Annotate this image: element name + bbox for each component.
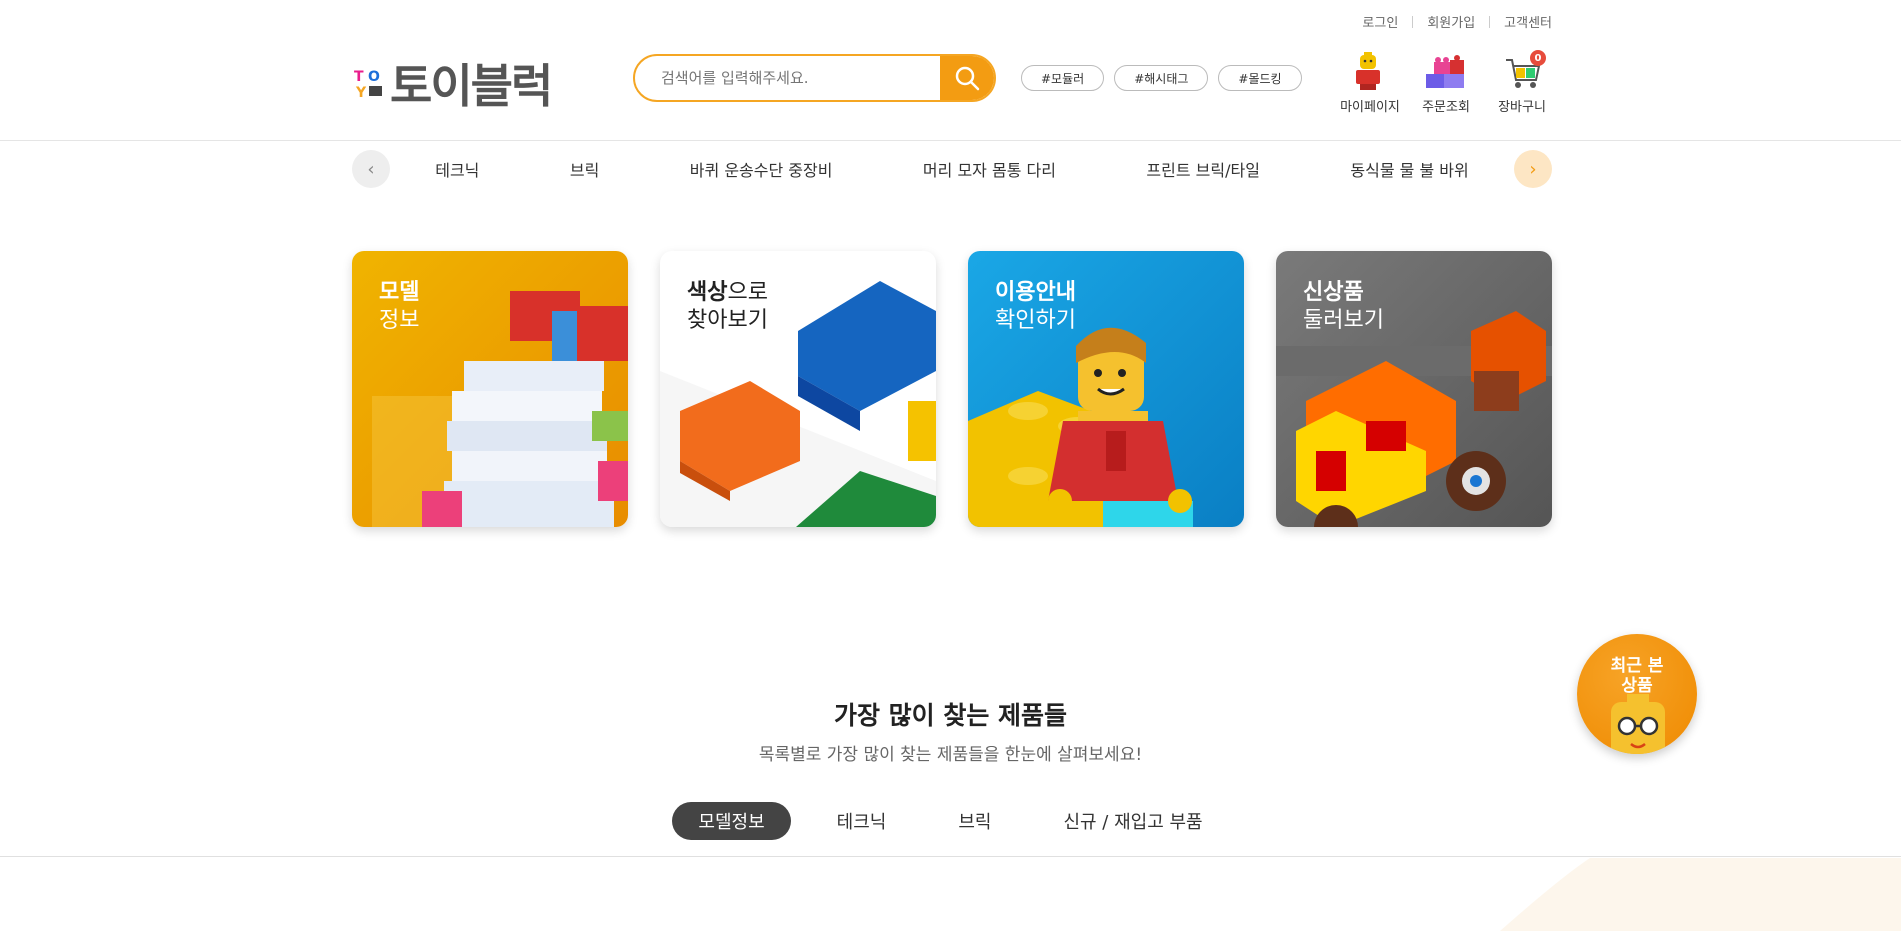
card-title-bold: 색상 <box>687 280 728 305</box>
svg-text:O: O <box>368 69 380 85</box>
chevron-left-icon: ‹ <box>367 158 375 180</box>
minifig-icon <box>1350 52 1390 90</box>
card-title-rest: 정보 <box>379 308 420 333</box>
category-prev-button[interactable]: ‹ <box>352 150 390 188</box>
cart-count-badge: 0 <box>1530 50 1546 66</box>
search-input[interactable] <box>635 56 940 100</box>
category-item[interactable]: 동식물 물 불 바위 <box>1350 157 1468 181</box>
divider <box>1412 15 1414 28</box>
search-button[interactable] <box>940 56 994 100</box>
bricks-icon <box>1426 52 1466 90</box>
chevron-right-icon: › <box>1529 158 1537 180</box>
cart-label: 장바구니 <box>1498 100 1546 115</box>
hashtag-list: #모듈러 #해시태그 #몰드킹 <box>1021 65 1302 91</box>
category-item[interactable]: 바퀴 운송수단 중장비 <box>690 157 833 181</box>
svg-text:T: T <box>354 69 364 85</box>
search-bar <box>633 54 996 102</box>
site-logo[interactable]: T O Y 토이블럭 <box>352 50 553 116</box>
customer-center-link[interactable]: 고객센터 <box>1504 12 1552 31</box>
search-icon <box>955 66 980 91</box>
card-title-bold: 신상품 <box>1303 280 1364 305</box>
section-title: 가장 많이 찾는 제품들 <box>833 701 1068 730</box>
logo-text: 토이블럭 <box>390 59 553 113</box>
category-next-button[interactable]: › <box>1514 150 1552 188</box>
banner-cards: 모델 정보 색상으로 찾아보기 이용안내 확인하기 신상품 둘러보기 <box>352 251 1552 527</box>
quick-links: 마이페이지 주문조회 0 장바구니 <box>1340 50 1552 115</box>
category-nav: ‹ 테크닉 브릭 바퀴 운송수단 중장비 머리 모자 몸통 다리 프린트 브릭/… <box>352 150 1552 188</box>
hashtag-chip[interactable]: #모듈러 <box>1021 65 1105 91</box>
category-item[interactable]: 프린트 브릭/타일 <box>1146 157 1260 181</box>
mypage-label: 마이페이지 <box>1340 100 1400 115</box>
signup-link[interactable]: 회원가입 <box>1427 12 1475 31</box>
minifig-glasses-icon <box>1611 694 1665 754</box>
header-divider <box>0 140 1901 141</box>
background-decoration <box>1500 858 1901 931</box>
tab-model-info[interactable]: 모델정보 <box>672 802 791 840</box>
category-item[interactable]: 테크닉 <box>435 157 479 181</box>
section-divider <box>0 856 1901 857</box>
cart-link[interactable]: 0 장바구니 <box>1492 50 1552 115</box>
tab-technic[interactable]: 테크닉 <box>811 802 913 840</box>
card-usage-guide[interactable]: 이용안내확인하기 <box>968 251 1244 527</box>
card-color-search[interactable]: 색상으로 찾아보기 <box>660 251 936 527</box>
login-link[interactable]: 로그인 <box>1362 12 1398 31</box>
divider <box>1489 15 1491 28</box>
hashtag-chip[interactable]: #몰드킹 <box>1218 65 1302 91</box>
card-title-rest: 확인하기 <box>995 308 1076 333</box>
cart-icon: 0 <box>1502 50 1546 90</box>
section-subtitle: 목록별로 가장 많이 찾는 제품들을 한눈에 살펴보세요! <box>758 745 1143 765</box>
card-new-products[interactable]: 신상품둘러보기 <box>1276 251 1552 527</box>
logo-mark-icon: T O Y <box>352 66 386 101</box>
utility-nav: 로그인 회원가입 고객센터 <box>1362 12 1552 31</box>
product-tabs: 모델정보 테크닉 브릭 신규 / 재입고 부품 <box>0 802 1901 840</box>
recent-viewed-button[interactable]: 최근 본 상품 <box>1577 634 1697 754</box>
mypage-link[interactable]: 마이페이지 <box>1340 52 1400 115</box>
hashtag-chip[interactable]: #해시태그 <box>1114 65 1209 91</box>
card-title-bold: 모델 <box>379 280 420 305</box>
card-title-bold: 이용안내 <box>995 280 1076 305</box>
order-lookup-label: 주문조회 <box>1422 100 1470 115</box>
card-model-info[interactable]: 모델정보 <box>352 251 628 527</box>
category-item[interactable]: 브릭 <box>570 157 599 181</box>
tab-new-restock[interactable]: 신규 / 재입고 부품 <box>1037 802 1228 840</box>
card-title-rest: 둘러보기 <box>1303 308 1384 333</box>
svg-text:Y: Y <box>355 85 367 100</box>
order-lookup-link[interactable]: 주문조회 <box>1416 52 1476 115</box>
category-item[interactable]: 머리 모자 몸통 다리 <box>923 157 1056 181</box>
tab-brick[interactable]: 브릭 <box>932 802 1017 840</box>
